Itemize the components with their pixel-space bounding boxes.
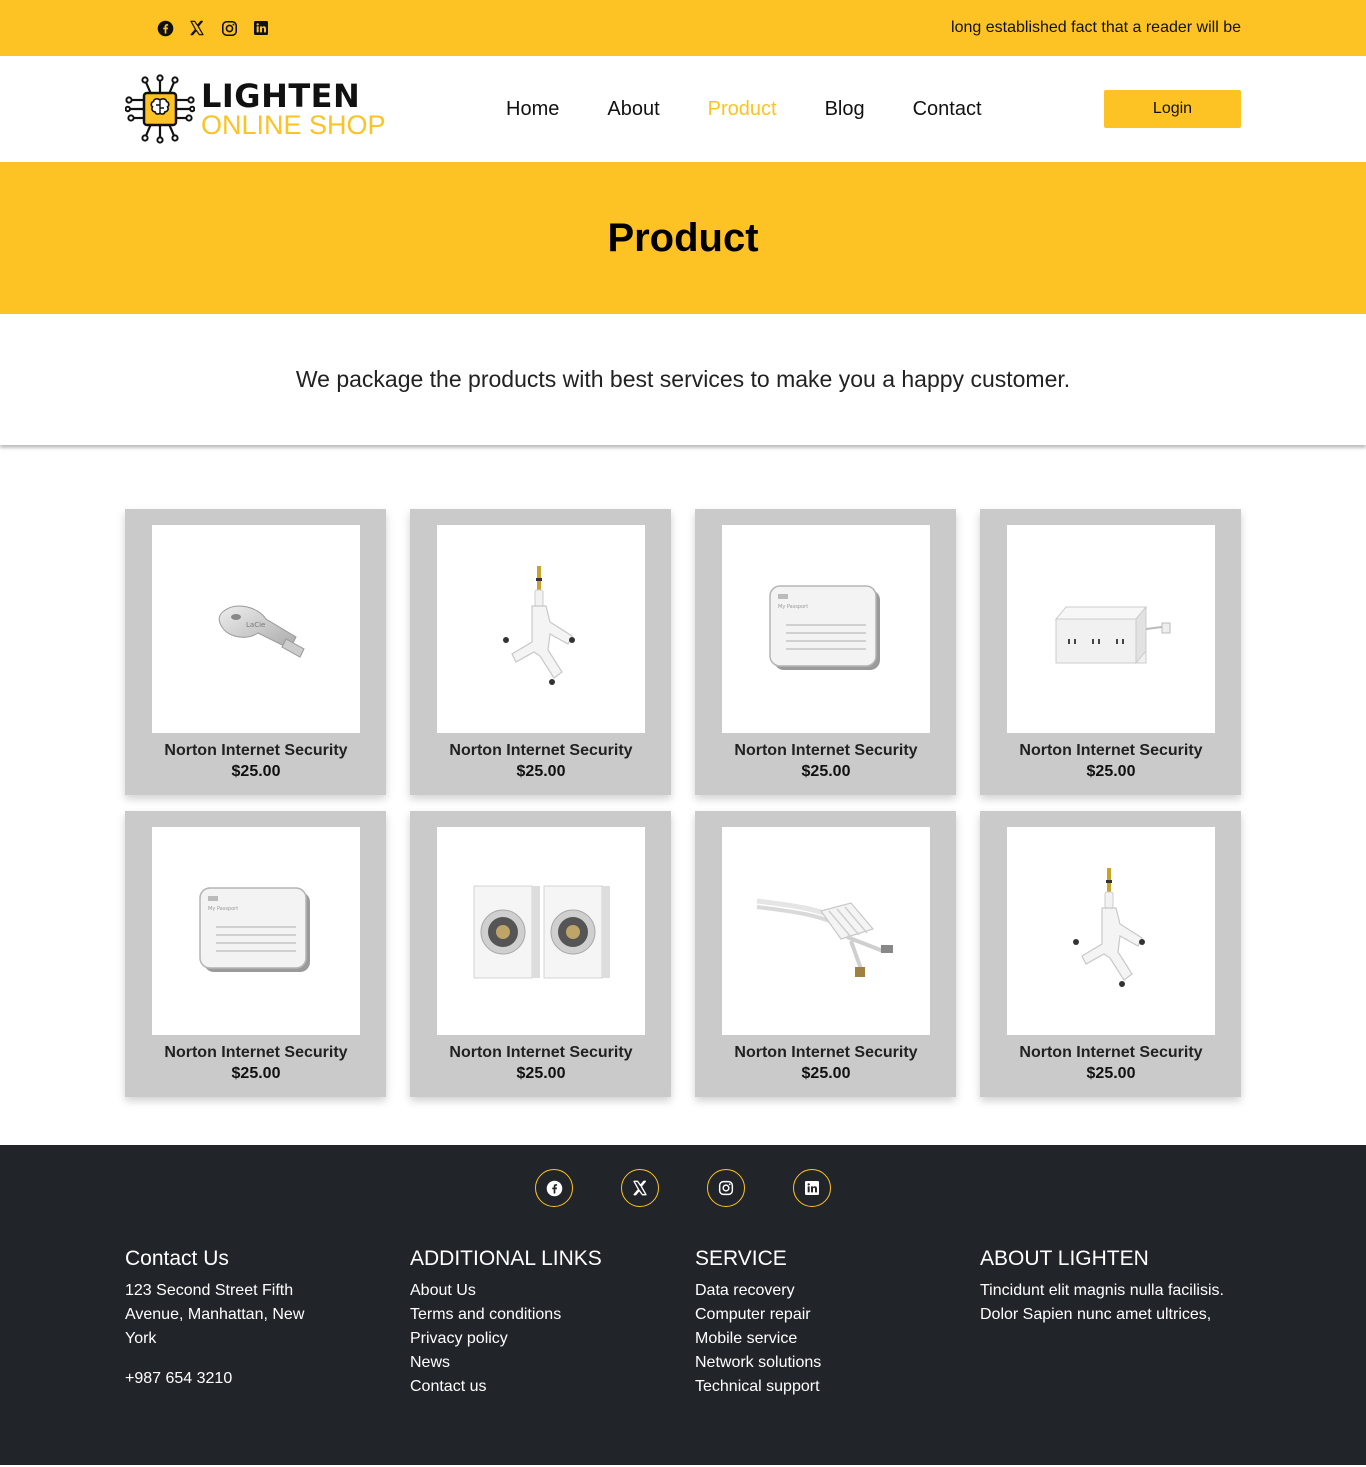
footer-service-data-recovery[interactable]: Data recovery (695, 1279, 980, 1303)
instagram-icon[interactable] (220, 19, 238, 37)
product-image-hard-drive[interactable]: My Passport (152, 827, 360, 1035)
footer-links-title: ADDITIONAL LINKS (410, 1247, 602, 1270)
footer-address: 123 Second Street Fifth Avenue, Manhatta… (125, 1282, 305, 1347)
product-card[interactable]: Norton Internet Security $25.00 (980, 509, 1241, 795)
product-price: $25.00 (1086, 763, 1136, 780)
product-name[interactable]: Norton Internet Security (722, 742, 930, 760)
product-card[interactable]: Norton Internet Security $25.00 (980, 811, 1241, 1097)
logo[interactable]: LIGHTEN ONLINE SHOP (125, 74, 425, 144)
svg-text:My Passport: My Passport (208, 906, 238, 912)
nav-contact[interactable]: Contact (913, 98, 982, 121)
svg-text:LaCie: LaCie (246, 621, 265, 629)
footer-links: ADDITIONAL LINKS About Us Terms and cond… (410, 1247, 695, 1399)
instagram-icon[interactable] (707, 1169, 745, 1207)
top-bar: long established fact that a reader will… (0, 0, 1366, 56)
product-card[interactable]: Norton Internet Security $25.00 (410, 811, 671, 1097)
product-image-power-strip[interactable] (1007, 525, 1215, 733)
logo-subtitle: ONLINE SHOP (201, 109, 386, 140)
product-price: $25.00 (801, 1065, 851, 1082)
login-button[interactable]: Login (1104, 90, 1241, 128)
footer-contact: Contact Us 123 Second Street Fifth Avenu… (125, 1247, 410, 1399)
footer-service: SERVICE Data recovery Computer repair Mo… (695, 1247, 980, 1399)
product-image-usb-key[interactable]: LaCie (152, 525, 360, 733)
product-section: LaCie Norton Internet Security $25.00 No… (0, 445, 1366, 1145)
product-image-speakers[interactable] (437, 827, 645, 1035)
product-price: $25.00 (801, 763, 851, 780)
facebook-icon[interactable] (156, 19, 174, 37)
product-grid: LaCie Norton Internet Security $25.00 No… (125, 509, 1241, 1097)
footer-social-links (0, 1169, 1366, 1207)
product-image-audio-splitter[interactable] (1007, 827, 1215, 1035)
main-nav: Home About Product Blog Contact (506, 98, 982, 121)
product-price: $25.00 (1086, 1065, 1136, 1082)
footer-service-title: SERVICE (695, 1247, 787, 1270)
nav-home[interactable]: Home (506, 98, 559, 121)
product-card[interactable]: Norton Internet Security $25.00 (410, 509, 671, 795)
logo-text: LIGHTEN ONLINE SHOP (201, 80, 386, 139)
product-card[interactable]: LaCie Norton Internet Security $25.00 (125, 509, 386, 795)
top-tagline: long established fact that a reader will… (951, 19, 1241, 36)
product-name[interactable]: Norton Internet Security (437, 742, 645, 760)
x-icon[interactable] (621, 1169, 659, 1207)
x-icon[interactable] (188, 19, 206, 37)
linkedin-icon[interactable] (793, 1169, 831, 1207)
footer-service-technical[interactable]: Technical support (695, 1375, 980, 1399)
footer-service-mobile[interactable]: Mobile service (695, 1327, 980, 1351)
product-image-hard-drive[interactable]: My Passport (722, 525, 930, 733)
product-card[interactable]: My Passport Norton Internet Security $25… (125, 811, 386, 1097)
svg-text:My Passport: My Passport (778, 604, 808, 610)
product-card[interactable]: My Passport Norton Internet Security $25… (695, 509, 956, 795)
product-card[interactable]: Norton Internet Security $25.00 (695, 811, 956, 1097)
nav-about[interactable]: About (607, 98, 659, 121)
footer-about-title: ABOUT LIGHTEN (980, 1247, 1149, 1270)
site-header: LIGHTEN ONLINE SHOP Home About Product B… (0, 56, 1366, 162)
footer-service-computer-repair[interactable]: Computer repair (695, 1303, 980, 1327)
product-image-audio-splitter[interactable] (437, 525, 645, 733)
intro-text: We package the products with best servic… (0, 314, 1366, 445)
nav-product[interactable]: Product (708, 98, 777, 121)
footer-contact-title: Contact Us (125, 1247, 229, 1270)
linkedin-icon[interactable] (252, 19, 270, 37)
footer-about: ABOUT LIGHTEN Tincidunt elit magnis null… (980, 1247, 1265, 1399)
product-price: $25.00 (231, 1065, 281, 1082)
footer-columns: Contact Us 123 Second Street Fifth Avenu… (0, 1207, 1366, 1399)
top-social-links (156, 19, 270, 37)
product-price: $25.00 (231, 763, 281, 780)
footer-link-terms[interactable]: Terms and conditions (410, 1303, 695, 1327)
nav-blog[interactable]: Blog (825, 98, 865, 121)
footer-link-contact[interactable]: Contact us (410, 1375, 695, 1399)
page-title: Product (607, 215, 759, 260)
footer-link-news[interactable]: News (410, 1351, 695, 1375)
product-name[interactable]: Norton Internet Security (152, 742, 360, 760)
footer-about-text: Tincidunt elit magnis nulla facilisis. D… (980, 1282, 1224, 1323)
logo-title: LIGHTEN (201, 76, 361, 115)
footer-service-network[interactable]: Network solutions (695, 1351, 980, 1375)
product-name[interactable]: Norton Internet Security (1007, 742, 1215, 760)
product-image-cable-organizer[interactable] (722, 827, 930, 1035)
footer-link-about-us[interactable]: About Us (410, 1279, 695, 1303)
chip-brain-logo-icon (125, 74, 195, 144)
footer-phone[interactable]: +987 654 3210 (125, 1367, 410, 1391)
site-footer: Contact Us 123 Second Street Fifth Avenu… (0, 1145, 1366, 1465)
product-price: $25.00 (516, 1065, 566, 1082)
product-name[interactable]: Norton Internet Security (1007, 1044, 1215, 1062)
product-name[interactable]: Norton Internet Security (152, 1044, 360, 1062)
page-banner: Product (0, 162, 1366, 314)
facebook-icon[interactable] (535, 1169, 573, 1207)
product-name[interactable]: Norton Internet Security (722, 1044, 930, 1062)
footer-link-privacy[interactable]: Privacy policy (410, 1327, 695, 1351)
product-name[interactable]: Norton Internet Security (437, 1044, 645, 1062)
product-price: $25.00 (516, 763, 566, 780)
